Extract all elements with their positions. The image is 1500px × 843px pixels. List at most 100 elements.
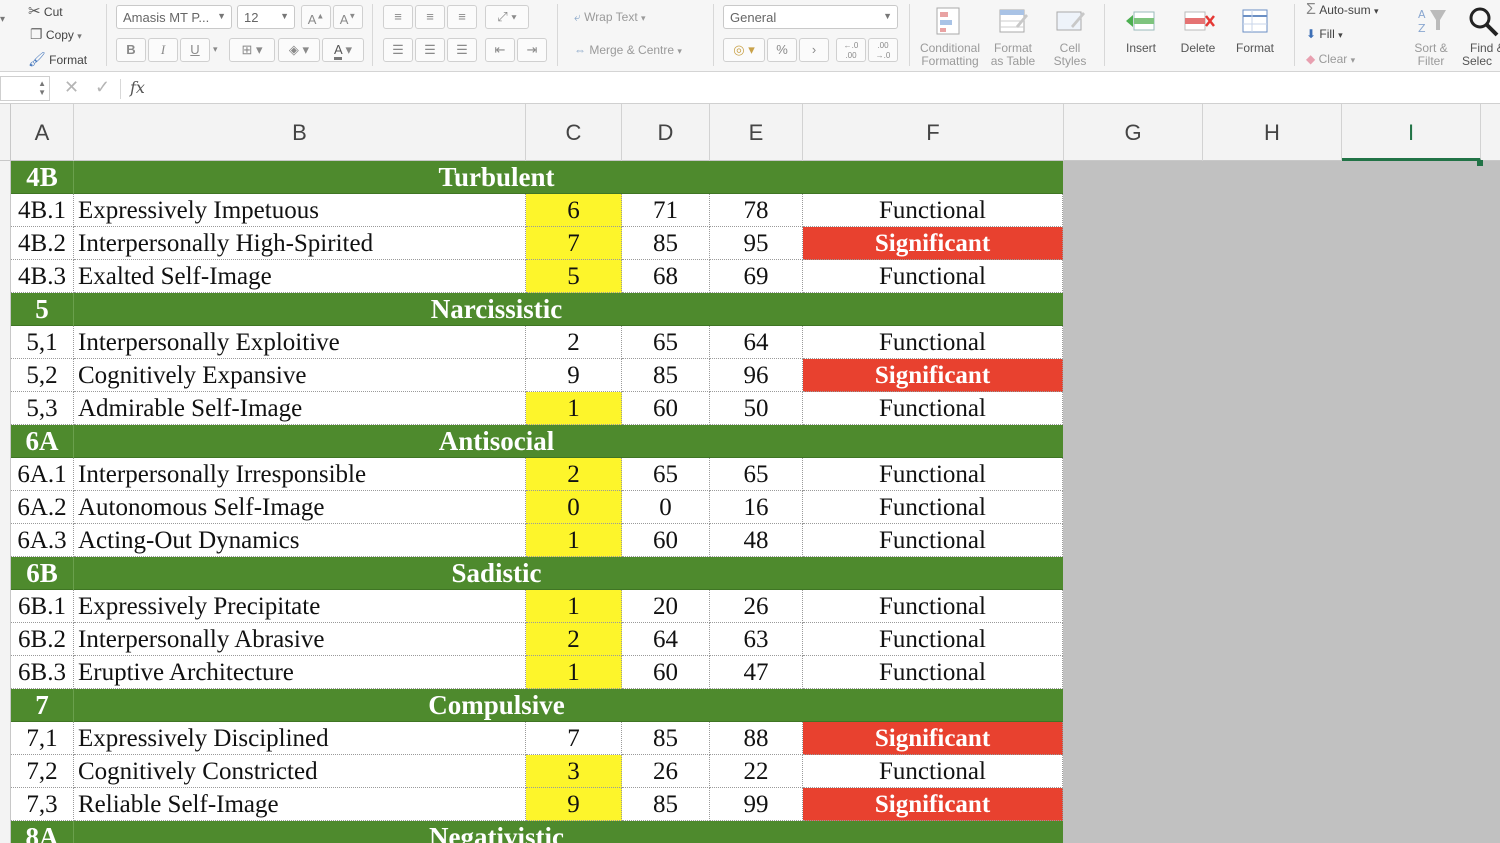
paste-dropdown-arrow[interactable]: ▾	[0, 14, 5, 25]
score-c-cell[interactable]: 1	[526, 392, 622, 425]
score-e-cell[interactable]: 48	[710, 524, 803, 557]
borders-button[interactable]: ⊞ ▾	[229, 38, 275, 62]
score-e-cell[interactable]: 22	[710, 755, 803, 788]
status-cell[interactable]: Functional	[803, 260, 1063, 293]
decrease-decimal-button[interactable]: .00 →.0	[868, 38, 898, 62]
item-code-cell[interactable]: 7,3	[11, 788, 74, 821]
comma-style-button[interactable]: ›	[799, 38, 829, 62]
status-cell[interactable]: Functional	[803, 326, 1063, 359]
insert-function-button[interactable]: fx	[130, 78, 145, 97]
item-code-cell[interactable]: 6B.2	[11, 623, 74, 656]
group-header-row[interactable]: 6B Sadistic	[11, 557, 1063, 590]
group-id-cell[interactable]: 6B	[11, 557, 74, 590]
status-cell[interactable]: Functional	[803, 755, 1063, 788]
status-cell[interactable]: Significant	[803, 359, 1063, 392]
copy-button[interactable]: ❐ Copy ▾	[30, 26, 82, 43]
column-header-f[interactable]: F	[803, 104, 1064, 161]
find-select-button[interactable]: Find & Selec	[1462, 4, 1500, 68]
underline-dropdown-arrow[interactable]: ▾	[213, 44, 218, 55]
item-code-cell[interactable]: 5,1	[11, 326, 74, 359]
underline-button[interactable]: U	[180, 38, 210, 62]
score-c-cell[interactable]: 2	[526, 326, 622, 359]
score-d-cell[interactable]: 0	[622, 491, 710, 524]
column-header-c[interactable]: C	[526, 104, 622, 161]
score-d-cell[interactable]: 20	[622, 590, 710, 623]
item-name-cell[interactable]: Interpersonally High-Spirited	[74, 227, 526, 260]
column-header-i[interactable]: I	[1342, 104, 1481, 161]
item-name-cell[interactable]: Reliable Self-Image	[74, 788, 526, 821]
enter-formula-button[interactable]: ✓	[95, 77, 110, 98]
group-id-cell[interactable]: 6A	[11, 425, 74, 458]
item-code-cell[interactable]: 5,2	[11, 359, 74, 392]
row-headers[interactable]	[0, 161, 11, 843]
item-name-cell[interactable]: Interpersonally Exploitive	[74, 326, 526, 359]
fill-color-button[interactable]: ◈ ▾	[278, 38, 320, 62]
accounting-format-button[interactable]: ◎ ▾	[723, 38, 765, 62]
score-c-cell[interactable]: 9	[526, 359, 622, 392]
group-name-cell[interactable]: Narcissistic	[74, 293, 1063, 326]
name-box[interactable]: ▲ ▼	[0, 76, 50, 101]
format-painter-button[interactable]: 🖌 Format	[28, 51, 87, 68]
column-header-d[interactable]: D	[622, 104, 710, 161]
score-c-cell[interactable]: 5	[526, 260, 622, 293]
align-middle-button[interactable]: ≡	[415, 5, 445, 29]
item-name-cell[interactable]: Autonomous Self-Image	[74, 491, 526, 524]
item-name-cell[interactable]: Cognitively Expansive	[74, 359, 526, 392]
group-name-cell[interactable]: Turbulent	[74, 161, 1063, 194]
score-d-cell[interactable]: 85	[622, 359, 710, 392]
item-code-cell[interactable]: 6A.1	[11, 458, 74, 491]
align-top-button[interactable]: ≡	[383, 5, 413, 29]
item-code-cell[interactable]: 6A.2	[11, 491, 74, 524]
font-name-select[interactable]: Amasis MT P... ▼	[116, 5, 232, 29]
score-d-cell[interactable]: 85	[622, 722, 710, 755]
column-header-e[interactable]: E	[710, 104, 803, 161]
cut-button[interactable]: ✂ Cut	[28, 2, 63, 20]
group-id-cell[interactable]: 7	[11, 689, 74, 722]
status-cell[interactable]: Functional	[803, 491, 1063, 524]
score-d-cell[interactable]: 65	[622, 458, 710, 491]
group-header-row[interactable]: 5 Narcissistic	[11, 293, 1063, 326]
item-code-cell[interactable]: 4B.3	[11, 260, 74, 293]
score-c-cell[interactable]: 2	[526, 458, 622, 491]
status-cell[interactable]: Significant	[803, 788, 1063, 821]
score-e-cell[interactable]: 78	[710, 194, 803, 227]
score-d-cell[interactable]: 85	[622, 227, 710, 260]
group-header-row[interactable]: 4B Turbulent	[11, 161, 1063, 194]
score-c-cell[interactable]: 1	[526, 590, 622, 623]
score-d-cell[interactable]: 85	[622, 788, 710, 821]
item-code-cell[interactable]: 6A.3	[11, 524, 74, 557]
item-code-cell[interactable]: 7,1	[11, 722, 74, 755]
item-code-cell[interactable]: 4B.2	[11, 227, 74, 260]
group-name-cell[interactable]: Sadistic	[74, 557, 1063, 590]
item-name-cell[interactable]: Cognitively Constricted	[74, 755, 526, 788]
autosum-button[interactable]: Σ Auto-sum ▾	[1306, 1, 1378, 19]
font-color-button[interactable]: A ▾	[322, 38, 364, 62]
delete-cells-button[interactable]: Delete	[1170, 4, 1226, 55]
item-code-cell[interactable]: 5,3	[11, 392, 74, 425]
decrease-indent-button[interactable]: ⇤	[485, 38, 515, 62]
font-size-select[interactable]: 12 ▼	[237, 5, 295, 29]
column-header-next[interactable]	[1481, 104, 1500, 161]
score-d-cell[interactable]: 60	[622, 392, 710, 425]
item-code-cell[interactable]: 4B.1	[11, 194, 74, 227]
item-name-cell[interactable]: Eruptive Architecture	[74, 656, 526, 689]
score-c-cell[interactable]: 3	[526, 755, 622, 788]
column-header-b[interactable]: B	[74, 104, 526, 161]
score-e-cell[interactable]: 16	[710, 491, 803, 524]
group-id-cell[interactable]: 8A	[11, 821, 74, 843]
score-e-cell[interactable]: 50	[710, 392, 803, 425]
item-name-cell[interactable]: Interpersonally Abrasive	[74, 623, 526, 656]
score-c-cell[interactable]: 1	[526, 524, 622, 557]
group-name-cell[interactable]: Compulsive	[74, 689, 1063, 722]
score-c-cell[interactable]: 7	[526, 227, 622, 260]
number-format-select[interactable]: General ▼	[723, 5, 898, 29]
select-all-corner[interactable]	[0, 104, 11, 161]
score-d-cell[interactable]: 68	[622, 260, 710, 293]
score-e-cell[interactable]: 88	[710, 722, 803, 755]
score-d-cell[interactable]: 26	[622, 755, 710, 788]
score-e-cell[interactable]: 99	[710, 788, 803, 821]
group-id-cell[interactable]: 5	[11, 293, 74, 326]
cancel-formula-button[interactable]: ✕	[64, 77, 79, 98]
unused-sheet-area[interactable]	[1063, 161, 1500, 843]
orientation-button[interactable]: ⤢ ▾	[485, 5, 529, 29]
